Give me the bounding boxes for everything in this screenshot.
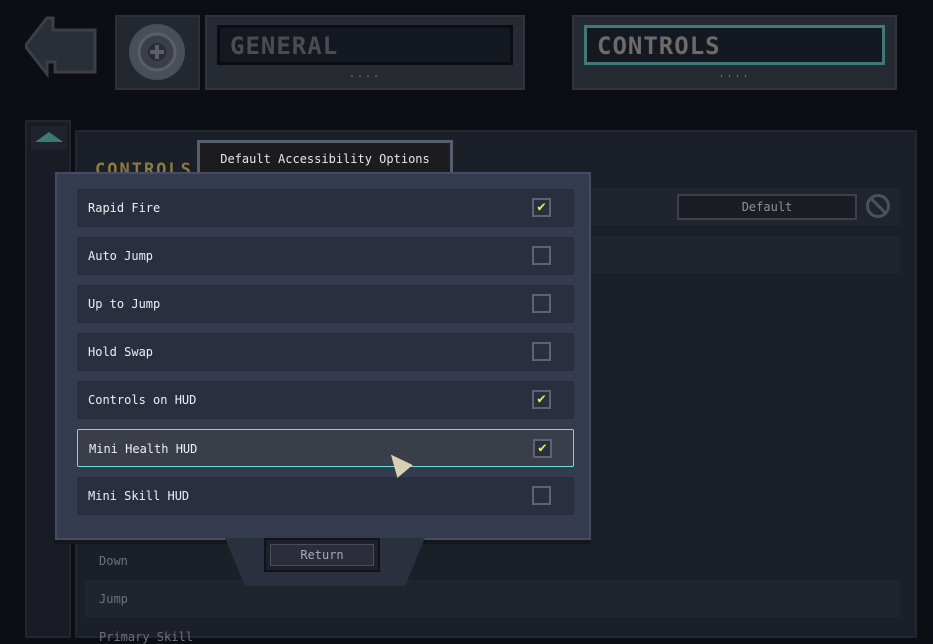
return-button[interactable]: Return — [264, 538, 380, 572]
option-row[interactable]: Up to Jump — [77, 285, 574, 323]
option-label: Controls on HUD — [88, 393, 197, 407]
back-arrow-icon — [23, 16, 97, 79]
checkbox[interactable] — [532, 294, 551, 313]
bg-item-primary-skill[interactable]: Primary Skill — [99, 630, 193, 644]
option-row[interactable]: Mini Health HUD ✔ — [77, 429, 574, 467]
clear-icon[interactable] — [866, 194, 890, 218]
settings-button[interactable] — [115, 15, 200, 90]
default-button[interactable]: Default — [677, 194, 857, 220]
scroll-up-icon[interactable] — [31, 126, 67, 150]
option-label: Auto Jump — [88, 249, 154, 263]
checkbox[interactable] — [532, 342, 551, 361]
option-label: Hold Swap — [88, 345, 154, 359]
bg-item-jump[interactable]: Jump — [99, 592, 128, 606]
accessibility-dialog: Rapid Fire ✔ Auto Jump Up to Jump Hold Swap C… — [55, 172, 591, 540]
option-row[interactable]: Auto Jump — [77, 237, 574, 275]
checkbox-checked[interactable]: ✔ — [532, 198, 551, 217]
tab-controls[interactable]: CONTROLS.... — [572, 15, 897, 90]
bg-row — [85, 580, 900, 618]
checkbox-checked[interactable]: ✔ — [533, 439, 552, 458]
option-label: Mini Skill HUD — [88, 489, 190, 503]
option-row[interactable]: Hold Swap — [77, 333, 574, 371]
bg-item-down[interactable]: Down — [99, 554, 128, 568]
option-label: Rapid Fire — [88, 201, 161, 215]
option-label: Up to Jump — [88, 297, 161, 311]
checkbox[interactable] — [532, 246, 551, 265]
tab-general[interactable]: GENERAL.... — [205, 15, 525, 90]
option-label: Mini Health HUD — [89, 442, 198, 456]
option-row[interactable]: Controls on HUD ✔ — [77, 381, 574, 419]
gear-icon — [129, 24, 185, 80]
back-button[interactable] — [23, 12, 100, 80]
option-row[interactable]: Mini Skill HUD — [77, 477, 574, 515]
checkbox-checked[interactable]: ✔ — [532, 390, 551, 409]
option-row[interactable]: Rapid Fire ✔ — [77, 189, 574, 227]
checkbox[interactable] — [532, 486, 551, 505]
